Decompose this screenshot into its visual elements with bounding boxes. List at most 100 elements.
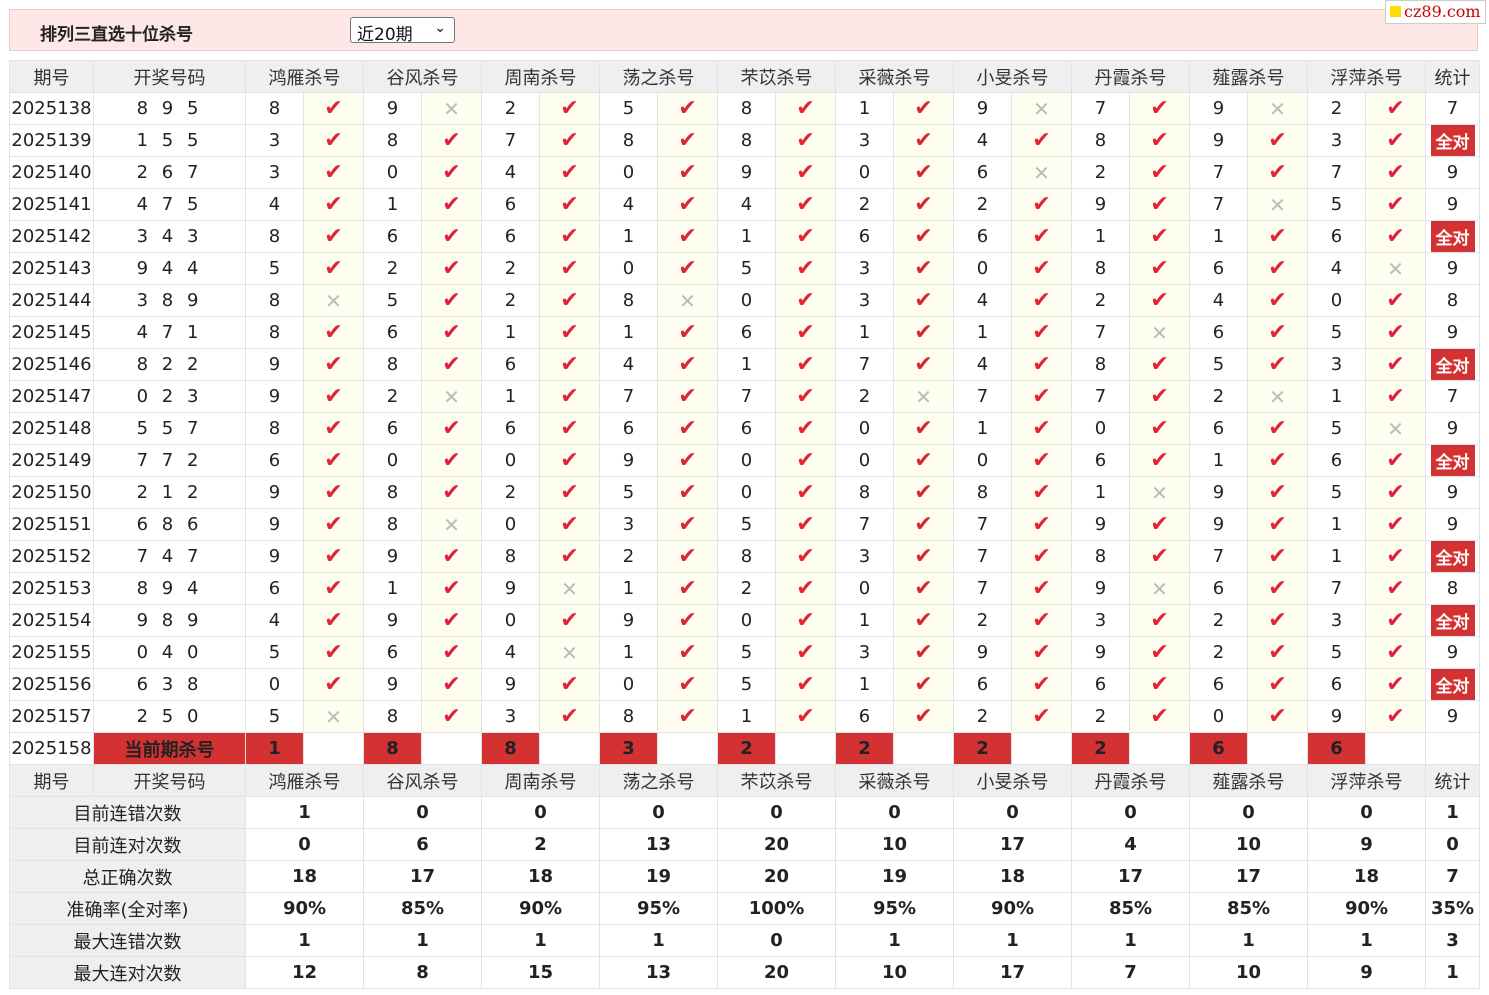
check-icon: ✔	[678, 544, 697, 569]
check-icon: ✔	[324, 384, 343, 409]
header-period: 期号	[9, 60, 94, 93]
stats-total: 35%	[1425, 892, 1480, 925]
table-row: 2025154 9 8 9 4 ✔ 9 ✔ 0 ✔ 9 ✔ 0 ✔ 1 ✔ 2 ✔ 3 ✔ 2 ✔ 3 ✔ 全对	[9, 604, 1480, 637]
stats-value: 0	[953, 796, 1072, 829]
stats-value: 13	[599, 956, 718, 989]
kill-number-cell: 9	[599, 444, 658, 477]
result-cell: ✔	[539, 508, 600, 541]
draw-number-cell: 2 6 7	[93, 156, 246, 189]
header-expert[interactable]: 小旻杀号	[953, 60, 1072, 93]
kill-number-cell: 0	[1071, 412, 1130, 445]
check-icon: ✔	[442, 224, 461, 249]
draw-number-cell: 3 8 9	[93, 284, 246, 317]
result-cell: ✔	[303, 412, 364, 445]
stats-value: 18	[953, 860, 1072, 893]
header-expert[interactable]: 鸿雁杀号	[245, 60, 364, 93]
result-cell: ✕	[421, 508, 482, 541]
kill-number-cell: 0	[953, 444, 1012, 477]
header-expert[interactable]: 周南杀号	[481, 60, 600, 93]
check-icon: ✔	[1032, 448, 1051, 473]
header-expert[interactable]: 谷风杀号	[363, 764, 482, 797]
stat-cell: 全对	[1425, 540, 1480, 573]
kill-number-cell: 6	[1307, 444, 1366, 477]
result-cell: ✕	[657, 284, 718, 317]
period-cell: 2025155	[9, 636, 94, 669]
check-icon: ✔	[324, 96, 343, 121]
result-cell: ✔	[1011, 412, 1072, 445]
check-icon: ✔	[678, 576, 697, 601]
kill-number-cell: 5	[363, 284, 422, 317]
kill-number-cell: 2	[953, 188, 1012, 221]
kill-number-cell: 4	[245, 604, 304, 637]
header-expert[interactable]: 鸿雁杀号	[245, 764, 364, 797]
stats-value: 100%	[717, 892, 836, 925]
header-expert[interactable]: 丹霞杀号	[1071, 60, 1190, 93]
check-icon: ✔	[1268, 704, 1287, 729]
draw-number-cell: 6 8 6	[93, 508, 246, 541]
check-icon: ✔	[796, 192, 815, 217]
check-icon: ✔	[1150, 672, 1169, 697]
stat-cell: 9	[1425, 412, 1480, 445]
kill-number-cell: 6	[481, 188, 540, 221]
check-icon: ✔	[1150, 608, 1169, 633]
stat-cell: 9	[1425, 700, 1480, 733]
result-cell: ✔	[1247, 348, 1308, 381]
kill-number-cell: 1	[599, 316, 658, 349]
stat-cell: 8	[1425, 284, 1480, 317]
brand-logo[interactable]: cz89.com	[1385, 0, 1486, 24]
stats-row: 准确率(全对率) 90% 85% 90% 95% 100% 95% 90% 85% 85% 90% 3…	[9, 892, 1480, 925]
stats-value: 10	[835, 828, 954, 861]
kill-number-cell: 4	[1307, 252, 1366, 285]
header-expert[interactable]: 小旻杀号	[953, 764, 1072, 797]
kill-number-cell: 6	[1189, 252, 1248, 285]
cross-icon: ✕	[1387, 256, 1404, 281]
header-expert[interactable]: 采薇杀号	[835, 60, 954, 93]
header-expert[interactable]: 谷风杀号	[363, 60, 482, 93]
header-expert[interactable]: 荡之杀号	[599, 764, 718, 797]
check-icon: ✔	[1268, 608, 1287, 633]
check-icon: ✔	[1386, 224, 1405, 249]
stats-value: 0	[1189, 796, 1308, 829]
table-row: 2025151 6 8 6 9 ✔ 8 ✕ 0 ✔ 3 ✔ 5 ✔ 7 ✔ 7 ✔ 9 ✔ 9 ✔ 1 ✔ 9	[9, 508, 1480, 541]
check-icon: ✔	[1268, 512, 1287, 537]
stats-row: 目前连对次数 0 6 2 13 20 10 17 4 10 9 0	[9, 828, 1480, 861]
kill-number-cell: 8	[717, 540, 776, 573]
header-expert[interactable]: 薤露杀号	[1189, 60, 1308, 93]
cross-icon: ✕	[1269, 384, 1286, 409]
check-icon: ✔	[678, 480, 697, 505]
check-icon: ✔	[914, 192, 933, 217]
result-cell: ✕	[1365, 252, 1426, 285]
header-expert[interactable]: 丹霞杀号	[1071, 764, 1190, 797]
cross-icon: ✕	[1033, 96, 1050, 121]
check-icon: ✔	[1268, 128, 1287, 153]
kill-number-cell: 6	[1189, 668, 1248, 701]
result-cell: ✔	[421, 412, 482, 445]
result-cell: ✔	[657, 92, 718, 125]
check-icon: ✔	[1268, 672, 1287, 697]
header-expert[interactable]: 浮萍杀号	[1307, 764, 1426, 797]
header-expert[interactable]: 芣苡杀号	[717, 60, 836, 93]
period-range-select[interactable]: 近20期 ⌄	[350, 17, 455, 45]
kill-number-cell: 9	[245, 508, 304, 541]
check-icon: ✔	[678, 640, 697, 665]
kill-number-cell: 7	[717, 380, 776, 413]
result-cell: ✔	[303, 380, 364, 413]
kill-number-cell: 0	[599, 668, 658, 701]
header-expert[interactable]: 薤露杀号	[1189, 764, 1308, 797]
check-icon: ✔	[1268, 288, 1287, 313]
result-cell: ✔	[893, 668, 954, 701]
check-icon: ✔	[442, 416, 461, 441]
kill-number-cell: 2	[599, 540, 658, 573]
header-expert[interactable]: 浮萍杀号	[1307, 60, 1426, 93]
result-cell: ✔	[1129, 508, 1190, 541]
stats-value: 95%	[599, 892, 718, 925]
header-expert[interactable]: 周南杀号	[481, 764, 600, 797]
kill-number-cell: 1	[835, 668, 894, 701]
header-expert[interactable]: 芣苡杀号	[717, 764, 836, 797]
check-icon: ✔	[678, 320, 697, 345]
header-expert[interactable]: 荡之杀号	[599, 60, 718, 93]
kill-number-cell: 1	[717, 700, 776, 733]
current-kill-blank	[1247, 732, 1308, 765]
check-icon: ✔	[1386, 352, 1405, 377]
header-expert[interactable]: 采薇杀号	[835, 764, 954, 797]
